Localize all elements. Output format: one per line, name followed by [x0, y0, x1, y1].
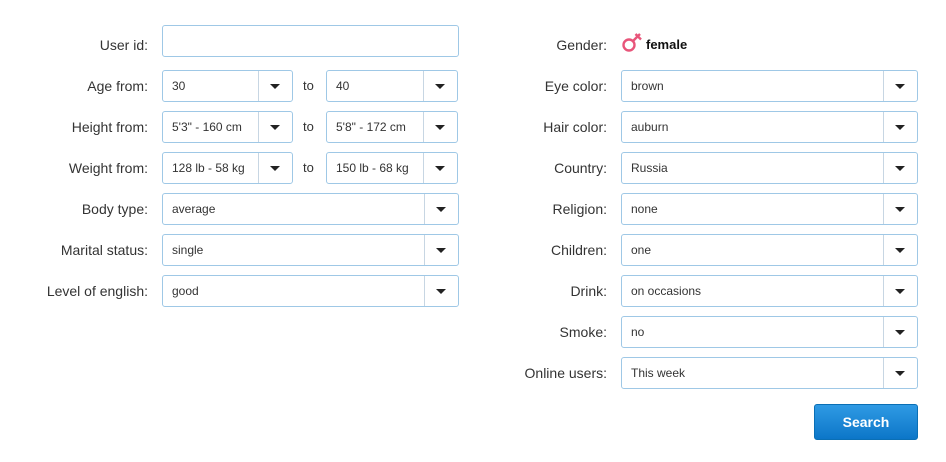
drink-select[interactable]: on occasions [621, 275, 918, 307]
chevron-down-icon[interactable] [883, 317, 917, 347]
chevron-down-icon[interactable] [883, 358, 917, 388]
online-users-select[interactable]: This week [621, 357, 918, 389]
user-id-label: User id: [99, 37, 148, 53]
online-users-label: Online users: [524, 365, 607, 381]
smoke-select[interactable]: no [621, 316, 918, 348]
age-to-label: to [303, 78, 314, 93]
chevron-down-icon[interactable] [258, 153, 292, 183]
chevron-down-icon[interactable] [883, 235, 917, 265]
body-type-value: average [172, 202, 216, 216]
gender-value: female [646, 37, 688, 52]
height-from-select[interactable]: 5'3" - 160 cm [162, 111, 293, 143]
smoke-value: no [631, 325, 645, 339]
user-id-input[interactable] [162, 25, 459, 57]
chevron-down-icon[interactable] [423, 153, 457, 183]
english-level-select[interactable]: good [162, 275, 459, 307]
country-select[interactable]: Russia [621, 152, 918, 184]
hair-color-select[interactable]: auburn [621, 111, 918, 143]
search-button[interactable]: Search [814, 404, 918, 440]
age-to-select[interactable]: 40 [326, 70, 458, 102]
weight-from-select[interactable]: 128 lb - 58 kg [162, 152, 293, 184]
chevron-down-icon[interactable] [883, 112, 917, 142]
height-from-label: Height from: [71, 119, 148, 135]
drink-value: on occasions [631, 284, 702, 298]
chevron-down-icon[interactable] [258, 112, 292, 142]
weight-from-value: 128 lb - 58 kg [172, 161, 245, 175]
female-gender-icon [622, 33, 642, 52]
drink-label: Drink: [570, 283, 607, 299]
body-type-label: Body type: [81, 201, 148, 217]
weight-from-label: Weight from: [68, 160, 148, 176]
age-to-value: 40 [336, 79, 350, 93]
chevron-down-icon[interactable] [424, 235, 458, 265]
weight-to-select[interactable]: 150 lb - 68 kg [326, 152, 458, 184]
eye-color-select[interactable]: brown [621, 70, 918, 102]
height-from-value: 5'3" - 160 cm [172, 120, 242, 134]
age-from-label: Age from: [87, 78, 148, 94]
children-value: one [631, 243, 652, 257]
height-to-label: to [303, 119, 314, 134]
chevron-down-icon[interactable] [883, 153, 917, 183]
marital-status-label: Marital status: [60, 242, 148, 258]
hair-color-label: Hair color: [543, 119, 607, 135]
gender-label: Gender: [556, 37, 607, 53]
religion-label: Religion: [552, 201, 607, 217]
country-label: Country: [554, 160, 607, 176]
english-level-label: Level of english: [46, 283, 148, 299]
english-level-value: good [172, 284, 199, 298]
children-select[interactable]: one [621, 234, 918, 266]
weight-to-label: to [303, 160, 314, 175]
age-from-select[interactable]: 30 [162, 70, 293, 102]
height-to-value: 5'8" - 172 cm [336, 120, 406, 134]
height-to-select[interactable]: 5'8" - 172 cm [326, 111, 458, 143]
chevron-down-icon[interactable] [423, 112, 457, 142]
smoke-label: Smoke: [559, 324, 607, 340]
religion-value: none [631, 202, 658, 216]
chevron-down-icon[interactable] [423, 71, 457, 101]
marital-status-value: single [172, 243, 204, 257]
eye-color-label: Eye color: [544, 78, 607, 94]
chevron-down-icon[interactable] [424, 194, 458, 224]
eye-color-value: brown [631, 79, 664, 93]
weight-to-value: 150 lb - 68 kg [336, 161, 409, 175]
marital-status-select[interactable]: single [162, 234, 459, 266]
hair-color-value: auburn [631, 120, 669, 134]
country-value: Russia [631, 161, 668, 175]
chevron-down-icon[interactable] [258, 71, 292, 101]
children-label: Children: [550, 242, 607, 258]
chevron-down-icon[interactable] [883, 276, 917, 306]
chevron-down-icon[interactable] [424, 276, 458, 306]
religion-select[interactable]: none [621, 193, 918, 225]
chevron-down-icon[interactable] [883, 194, 917, 224]
online-users-value: This week [631, 366, 686, 380]
chevron-down-icon[interactable] [883, 71, 917, 101]
body-type-select[interactable]: average [162, 193, 459, 225]
age-from-value: 30 [172, 79, 186, 93]
